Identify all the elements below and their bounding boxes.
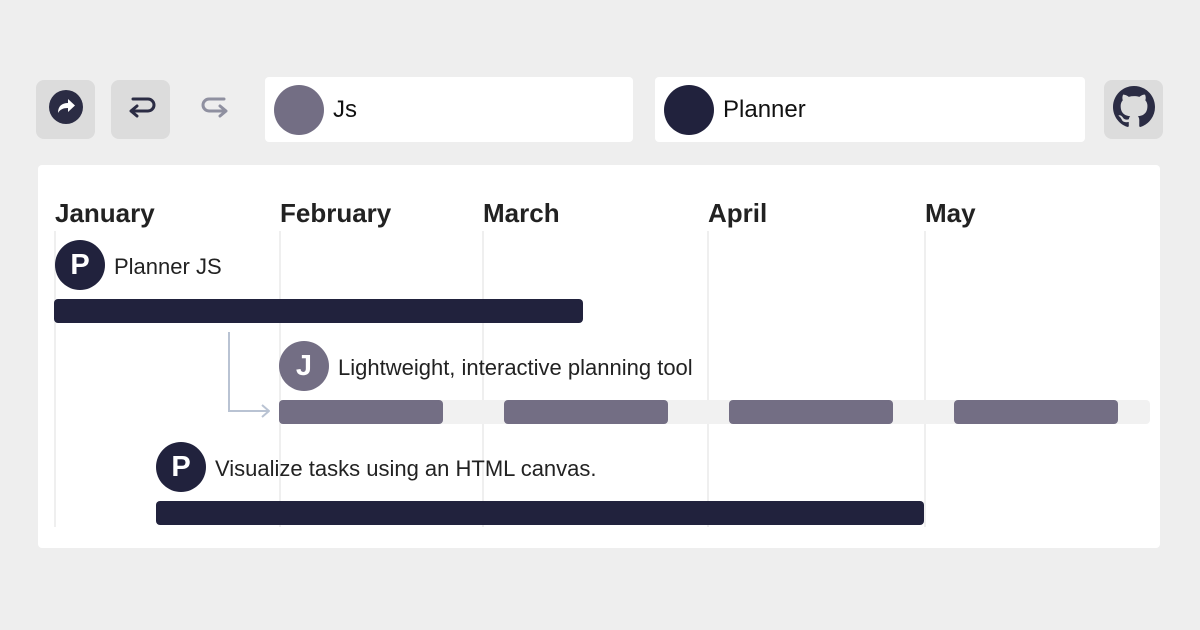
task-avatar: J — [279, 341, 329, 391]
task-label: Planner JS — [114, 254, 222, 279]
month-header: February — [280, 198, 392, 228]
month-gridline — [707, 231, 709, 527]
month-gridline — [924, 231, 926, 527]
task-bar-segment[interactable] — [954, 400, 1118, 424]
share-button[interactable] — [36, 80, 95, 139]
month-gridline — [54, 231, 56, 527]
task-label: Visualize tasks using an HTML canvas. — [215, 456, 597, 481]
month-header: January — [55, 198, 155, 228]
month-header: May — [925, 198, 976, 228]
task-bar[interactable] — [156, 501, 924, 525]
task-bar-segment[interactable] — [279, 400, 443, 424]
project-label: Js — [333, 95, 357, 123]
project-color-dot — [274, 84, 324, 135]
month-header: March — [483, 198, 560, 228]
project-chip-js[interactable]: Js — [265, 77, 633, 142]
project-label: Planner — [723, 95, 806, 123]
task-bar-segment[interactable] — [504, 400, 668, 424]
redo-icon — [199, 90, 233, 129]
redo-button[interactable] — [186, 80, 245, 139]
task-bar[interactable] — [54, 299, 583, 323]
timeline-panel: January February March April May P Plann… — [38, 165, 1160, 548]
project-color-dot — [664, 84, 714, 135]
undo-icon — [124, 90, 158, 129]
month-gridline — [279, 231, 281, 527]
month-header: April — [708, 198, 768, 228]
task-avatar: P — [156, 442, 206, 492]
undo-button[interactable] — [111, 80, 170, 139]
dependency-arrow — [228, 332, 270, 418]
share-icon — [48, 89, 84, 130]
task-avatar: P — [55, 240, 105, 290]
project-chip-planner[interactable]: Planner — [655, 77, 1085, 142]
github-icon — [1112, 86, 1155, 133]
github-button[interactable] — [1104, 80, 1163, 139]
task-label: Lightweight, interactive planning tool — [338, 355, 693, 380]
task-bar-segment[interactable] — [729, 400, 893, 424]
